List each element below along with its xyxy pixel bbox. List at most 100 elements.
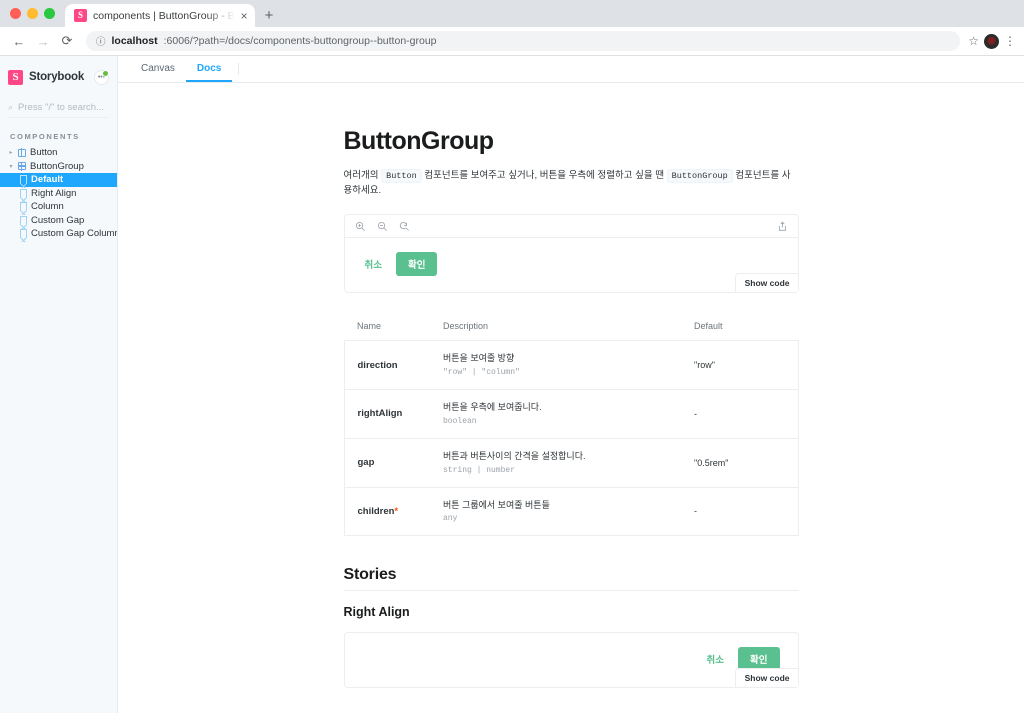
- site-info-icon[interactable]: ⓘ: [96, 34, 106, 48]
- prop-type: any: [443, 514, 458, 524]
- preview-toolbar: [344, 215, 798, 239]
- sidebar-item-right-align[interactable]: Right Align: [0, 187, 117, 202]
- show-code-button[interactable]: Show code: [734, 668, 798, 688]
- sidebar-menu-button[interactable]: •••: [94, 69, 109, 85]
- props-table-header-row: Name Description Default: [344, 321, 798, 341]
- sidebar-section-label: COMPONENTS: [10, 132, 80, 141]
- sidebar-item-default[interactable]: Default: [0, 173, 117, 189]
- prop-name: rightAlign: [357, 408, 403, 420]
- sidebar-item-custom-gap-column[interactable]: Custom Gap Column: [0, 227, 117, 243]
- required-marker-icon: *: [394, 505, 398, 516]
- window-traffic-lights: [8, 0, 65, 27]
- table-row: rightAlign 버튼을 우측에 보여줍니다. boolean -: [344, 389, 798, 439]
- prop-description-cell: 버튼과 버튼사이의 간격을 설정합니다. string | number: [443, 438, 689, 487]
- browser-window: S components | ButtonGroup - B × + ← → ⟳…: [0, 0, 1024, 713]
- prop-type: string | number: [443, 465, 516, 475]
- story-bookmark-icon: [19, 188, 28, 202]
- sidebar-item-label: Default: [31, 174, 64, 186]
- sidebar-item-label: Custom Gap Column: [31, 228, 117, 240]
- column-header-default: Default: [694, 321, 723, 332]
- zoom-reset-icon[interactable]: [399, 221, 410, 232]
- toolbar-actions: ☆ ⋮: [968, 33, 1016, 49]
- sidebar-item-custom-gap[interactable]: Custom Gap: [0, 214, 117, 229]
- browser-tab[interactable]: S components | ButtonGroup - B ×: [65, 4, 255, 27]
- search-icon: ⌕: [8, 102, 14, 112]
- sidebar-item-label: Custom Gap: [31, 214, 85, 226]
- tab-docs[interactable]: Docs: [185, 56, 233, 82]
- zoom-in-icon[interactable]: [355, 221, 366, 232]
- stories-heading: Stories: [343, 566, 799, 592]
- show-code-button[interactable]: Show code: [734, 273, 798, 293]
- prop-description: 버튼을 보여줄 방향: [443, 353, 515, 364]
- forward-icon[interactable]: →: [32, 30, 54, 52]
- sidebar-item-label: Button: [30, 147, 58, 159]
- story-heading-right-align: Right Align: [343, 605, 410, 620]
- share-icon[interactable]: [777, 221, 788, 232]
- story-bookmark-icon: [19, 215, 28, 229]
- props-table-wrapper: Name Description Default direction 버튼을 보…: [344, 321, 799, 536]
- props-table-body: direction 버튼을 보여줄 방향 "row" | "column" "r…: [344, 340, 798, 536]
- prop-type: boolean: [443, 416, 477, 426]
- back-icon[interactable]: ←: [8, 30, 30, 52]
- table-row: direction 버튼을 보여줄 방향 "row" | "column" "r…: [344, 340, 798, 390]
- prop-description: 버튼과 버튼사이의 간격을 설정합니다.: [443, 450, 586, 461]
- docs-scroll-area[interactable]: ButtonGroup 여러개의 Button 컴포넌트를 보여주고 싶거나, …: [118, 83, 1024, 713]
- sidebar-brand[interactable]: S Storybook •••: [0, 66, 117, 88]
- prop-name-cell: children*: [344, 487, 443, 536]
- table-row: gap 버튼과 버튼사이의 간격을 설정합니다. string | number…: [344, 438, 798, 487]
- new-tab-button[interactable]: +: [265, 7, 274, 24]
- inline-code-buttongroup: ButtonGroup: [666, 169, 733, 183]
- inline-code-button: Button: [381, 169, 422, 183]
- desc-part-1: 여러개의: [343, 170, 382, 181]
- minimize-window-button[interactable]: [27, 8, 38, 19]
- storybook-app: S Storybook ••• ⌕ Press "/" to search...…: [0, 56, 1024, 713]
- sidebar-item-buttongroup[interactable]: ▾ ButtonGroup: [0, 160, 117, 174]
- url-host: localhost: [111, 35, 158, 47]
- sidebar-item-column[interactable]: Column: [0, 200, 117, 216]
- search-placeholder: Press "/" to search...: [18, 102, 104, 113]
- browser-tabstrip: S components | ButtonGroup - B × +: [0, 0, 1024, 27]
- prop-name: direction: [357, 359, 398, 371]
- props-table-head: Name Description Default: [344, 321, 798, 341]
- prop-description: 버튼 그룹에서 보여줄 버튼들: [443, 499, 550, 510]
- storybook-logo-icon: S: [8, 69, 23, 85]
- cancel-button[interactable]: 취소: [359, 252, 388, 276]
- search-input[interactable]: ⌕ Press "/" to search...: [8, 98, 109, 118]
- prop-type: "row" | "column": [443, 368, 520, 378]
- story-bookmark-icon: [19, 229, 28, 243]
- tab-canvas[interactable]: Canvas: [130, 56, 186, 82]
- browser-menu-icon[interactable]: ⋮: [1004, 35, 1016, 47]
- sidebar-item-label: Right Align: [31, 187, 77, 199]
- profile-avatar[interactable]: [984, 33, 999, 49]
- address-bar[interactable]: ⓘ localhost :6006/?path=/docs/components-…: [86, 31, 961, 51]
- cancel-button[interactable]: 취소: [701, 647, 730, 671]
- page-title: ButtonGroup: [343, 127, 495, 155]
- button-group: 취소 확인: [359, 252, 784, 277]
- tabbar-divider: [238, 63, 240, 75]
- url-path: :6006/?path=/docs/components-buttongroup…: [163, 35, 437, 47]
- table-row: children* 버튼 그룹에서 보여줄 버튼들 any -: [344, 487, 798, 536]
- sidebar-item-label: Column: [31, 201, 64, 213]
- desc-part-2: 컴포넌트를 보여주고 싶거나, 버튼을 우측에 정렬하고 싶을 땐: [421, 170, 667, 181]
- sidebar: S Storybook ••• ⌕ Press "/" to search...…: [0, 56, 118, 713]
- sidebar-item-label: ButtonGroup: [30, 160, 84, 172]
- prop-default: "row": [694, 360, 715, 371]
- preview-body: 취소 확인: [345, 633, 798, 687]
- prop-default: -: [694, 408, 697, 419]
- zoom-out-icon[interactable]: [377, 221, 388, 232]
- maximize-window-button[interactable]: [44, 8, 55, 19]
- browser-tab-title: components | ButtonGroup - B: [93, 9, 235, 22]
- view-tabbar: Canvas Docs: [118, 56, 1024, 83]
- primary-story-preview: 취소 확인 Show code: [343, 214, 799, 294]
- sidebar-item-button[interactable]: ▸ Button: [0, 146, 117, 160]
- close-window-button[interactable]: [10, 8, 21, 19]
- bookmark-star-icon[interactable]: ☆: [968, 34, 979, 48]
- storybook-favicon-icon: S: [74, 9, 87, 22]
- column-header-name: Name: [357, 321, 382, 332]
- prop-description-cell: 버튼을 우측에 보여줍니다. boolean: [443, 390, 689, 439]
- close-tab-icon[interactable]: ×: [241, 10, 248, 22]
- props-table: Name Description Default direction 버튼을 보…: [344, 321, 799, 536]
- story-preview-right-align: 취소 확인 Show code: [343, 632, 799, 689]
- confirm-button[interactable]: 확인: [395, 252, 438, 277]
- reload-icon[interactable]: ⟳: [56, 30, 78, 52]
